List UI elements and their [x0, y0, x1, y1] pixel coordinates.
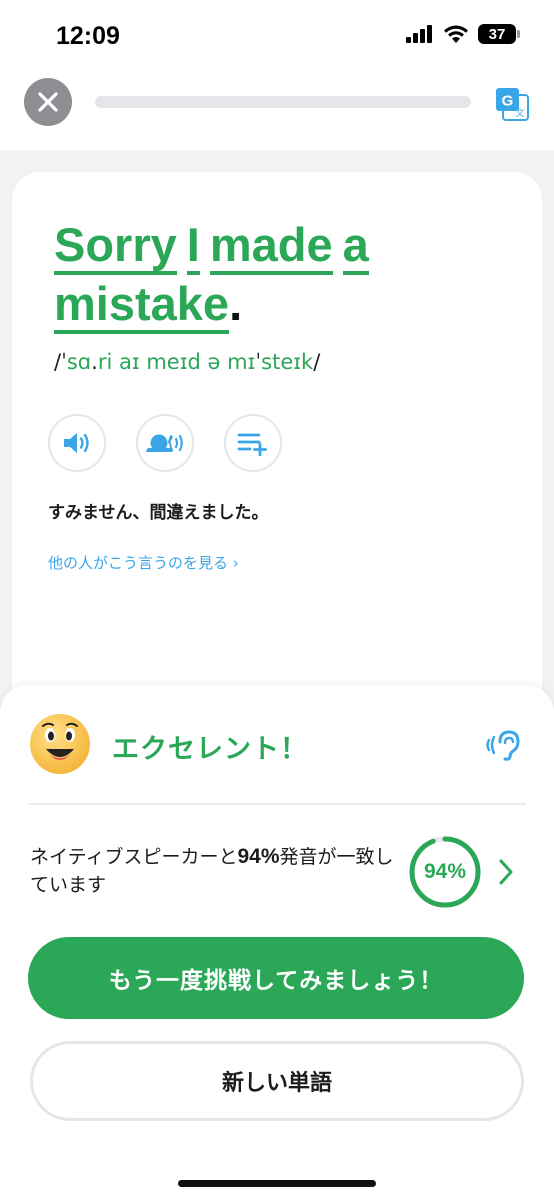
result-title: エクセレント！ [112, 734, 308, 765]
ipa-part: steɪk [261, 350, 314, 374]
phrase-word[interactable]: a [342, 221, 369, 275]
ipa-part: ri aɪ meɪd ə mɪ [97, 350, 256, 374]
ipa-part: /ˈ [54, 350, 67, 374]
phonetic-transcription: /ˈsɑ.ri aɪ meɪd ə mɪˈsteɪk/ [54, 350, 320, 374]
play-audio-button[interactable] [48, 414, 106, 472]
home-indicator [178, 1180, 376, 1187]
new-word-button[interactable]: 新しい単語 [30, 1041, 524, 1121]
top-nav: G 文 [0, 70, 554, 150]
lesson-progress-bar [95, 96, 471, 108]
status-time: 12:09 [56, 22, 120, 50]
ipa-part: . [91, 350, 98, 374]
score-ring-label: 94% [423, 860, 467, 883]
status-icons: 37 [406, 24, 520, 44]
close-button[interactable] [24, 78, 72, 126]
wifi-icon [444, 25, 468, 43]
translate-icon[interactable]: G 文 [494, 86, 530, 122]
result-sheet: エクセレント！ ネイティブスピーカーと94%発音が一致しています 94% もう一… [0, 685, 554, 1199]
speaker-icon [64, 433, 89, 453]
score-prefix: ネイティブスピーカーと [30, 846, 238, 868]
add-to-list-button[interactable] [224, 414, 282, 472]
svg-text:G: G [502, 93, 514, 110]
close-icon [38, 92, 58, 112]
phrase-word[interactable]: mistake [54, 280, 230, 334]
status-bar: 12:09 37 [0, 0, 554, 70]
add-list-icon [237, 433, 267, 456]
phrase-punctuation: . [229, 277, 243, 330]
score-description: ネイティブスピーカーと94%発音が一致しています [30, 843, 400, 899]
see-others-link[interactable]: 他の人がこう言うのを見る › [48, 552, 239, 573]
slow-audio-button[interactable] [136, 414, 194, 472]
phrase-word[interactable]: made [209, 221, 333, 275]
translation-text: すみません、間違えました。 [48, 503, 269, 523]
practice-phrase: Sorry Imade a mistake. [54, 216, 494, 334]
ipa-part: sɑ [66, 350, 92, 374]
phrase-word[interactable]: I [186, 221, 200, 275]
signal-icon [406, 25, 432, 43]
listen-recording-icon[interactable] [486, 729, 522, 761]
battery-icon: 37 [478, 24, 520, 44]
divider [28, 803, 526, 805]
score-value: 94% [237, 845, 280, 868]
word-card: Sorry Imade a mistake. /ˈsɑ.ri aɪ meɪd ə mɪ… [12, 172, 542, 732]
chevron-right-icon[interactable] [496, 855, 516, 889]
happy-face-icon [30, 714, 90, 774]
retry-button[interactable]: もう一度挑戦してみましょう！ [28, 937, 524, 1019]
svg-text:文: 文 [515, 107, 524, 119]
snail-icon [146, 434, 183, 452]
phrase-word[interactable]: Sorry [54, 221, 177, 275]
ipa-part: / [313, 350, 321, 374]
